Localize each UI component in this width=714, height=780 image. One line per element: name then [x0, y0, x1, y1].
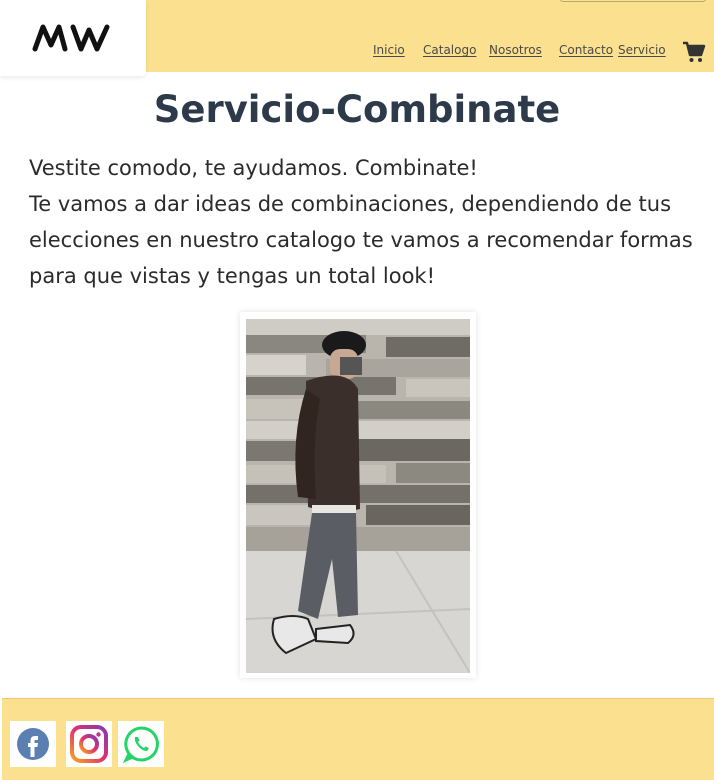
- instagram-link[interactable]: [66, 721, 112, 767]
- header: MW Inicio Catalogo Nosotros Contacto Ser…: [0, 0, 714, 76]
- nav-link-nosotros[interactable]: Nosotros: [489, 43, 542, 57]
- whatsapp-link[interactable]: [118, 721, 164, 767]
- description-line-2: Te vamos a dar ideas de combinaciones, d…: [29, 192, 693, 288]
- nav-link-servicio[interactable]: Servicio: [618, 43, 666, 57]
- instagram-icon: [70, 725, 108, 763]
- description-line-1: Vestite comodo, te ayudamos. Combinate!: [29, 156, 478, 180]
- logo[interactable]: MW: [0, 0, 146, 76]
- shopping-cart-icon[interactable]: [682, 40, 706, 64]
- nav-link-catalogo[interactable]: Catalogo: [423, 43, 476, 57]
- main-nav: Inicio Catalogo Nosotros Contacto Servic…: [0, 43, 714, 63]
- facebook-link[interactable]: [10, 721, 56, 767]
- nav-link-inicio[interactable]: Inicio: [373, 43, 405, 57]
- nav-link-contacto[interactable]: Contacto: [559, 43, 613, 57]
- page-title: Servicio-Combinate: [153, 88, 561, 131]
- whatsapp-icon: [122, 726, 159, 764]
- outfit-photo: [240, 312, 476, 678]
- outfit-image: [246, 319, 470, 673]
- description: Vestite comodo, te ayudamos. Combinate! …: [29, 150, 701, 294]
- page: MW Inicio Catalogo Nosotros Contacto Ser…: [0, 0, 714, 780]
- search-input[interactable]: [560, 0, 706, 2]
- facebook-icon: [17, 728, 49, 760]
- footer: [2, 698, 714, 780]
